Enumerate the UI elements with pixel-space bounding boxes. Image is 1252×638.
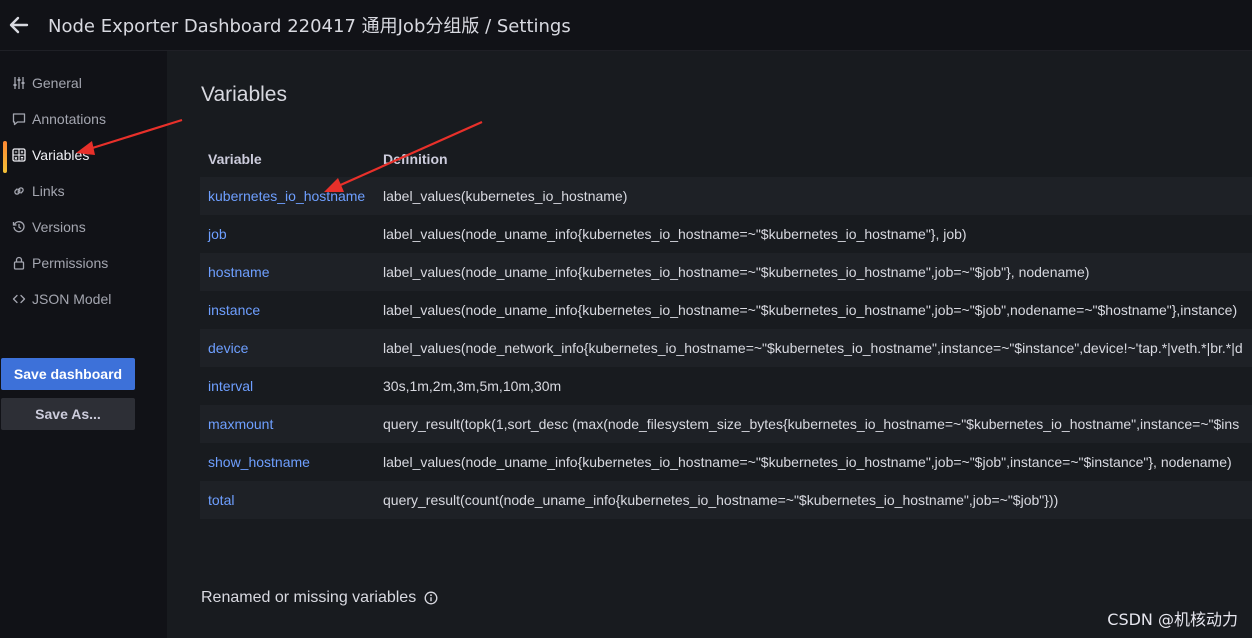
page-title: Node Exporter Dashboard 220417 通用Job分组版 … [48,16,571,37]
sidebar-item-links[interactable]: Links [0,173,166,209]
watermark: CSDN @机核动力 [1107,610,1238,629]
column-header-variable: Variable [208,151,262,167]
sidebar-item-label: JSON Model [32,291,112,307]
table-row[interactable]: hostname label_values(node_uname_info{ku… [200,253,1252,291]
variable-name-link[interactable]: job [200,215,375,253]
lock-icon [12,256,26,270]
variable-definition: label_values(node_uname_info{kubernetes_… [383,454,1232,470]
top-bar: Node Exporter Dashboard 220417 通用Job分组版 … [0,0,1252,51]
variable-definition: label_values(kubernetes_io_hostname) [375,177,1252,215]
sidebar-item-json-model[interactable]: JSON Model [0,281,166,317]
table-row[interactable]: device label_values(node_network_info{ku… [200,329,1252,367]
variable-definition: query_result(topk(1,sort_desc (max(node_… [375,405,1252,443]
sidebar-item-label: Versions [32,219,86,235]
main-content: Variables Variable Definition kubernetes… [167,51,1252,638]
link-icon [12,184,26,198]
sidebar-item-annotations[interactable]: Annotations [0,101,166,137]
variable-name-link[interactable]: kubernetes_io_hostname [200,177,375,215]
variable-name-link[interactable]: hostname [200,253,375,291]
variables-table: Variable Definition kubernetes_io_hostna… [200,141,1252,519]
info-circle-icon[interactable] [424,591,438,605]
code-icon [12,292,26,306]
table-row[interactable]: kubernetes_io_hostname label_values(kube… [200,177,1252,215]
renamed-variables-label: Renamed or missing variables [201,589,417,606]
table-row[interactable]: job label_values(node_uname_info{kuberne… [200,215,1252,253]
variable-name-link[interactable]: interval [200,367,375,405]
settings-sidebar: General Annotations Variables Links Vers… [0,51,166,638]
table-row[interactable]: total query_result(count(node_uname_info… [200,481,1252,519]
variable-name-link[interactable]: total [200,481,375,519]
history-icon [12,220,26,234]
renamed-variables-heading: Renamed or missing variables [201,589,438,607]
arrow-left-icon [9,16,29,34]
table-row[interactable]: show_hostname label_values(node_uname_in… [200,443,1252,481]
calculator-icon [12,148,26,162]
variable-definition: label_values(node_uname_info{kubernetes_… [375,253,1252,291]
variable-name-link[interactable]: show_hostname [200,443,375,481]
table-header-row: Variable Definition [200,141,1252,177]
table-row[interactable]: interval 30s,1m,2m,3m,5m,10m,30m [200,367,1252,405]
sidebar-item-label: Annotations [32,111,106,127]
sidebar-item-permissions[interactable]: Permissions [0,245,166,281]
section-heading: Variables [201,83,287,106]
variable-name-link[interactable]: device [200,329,375,367]
sidebar-item-label: General [32,75,82,91]
sidebar-item-label: Links [32,183,65,199]
save-as-button[interactable]: Save As... [1,398,135,430]
back-button[interactable] [0,6,38,44]
variable-definition: label_values(node_network_info{kubernete… [375,329,1252,367]
sidebar-item-label: Variables [32,147,90,163]
save-dashboard-button[interactable]: Save dashboard [1,358,135,390]
sliders-icon [12,76,26,90]
table-row[interactable]: maxmount query_result(topk(1,sort_desc (… [200,405,1252,443]
variable-definition: label_values(node_uname_info{kubernetes_… [383,226,967,242]
sidebar-item-general[interactable]: General [0,65,166,101]
variable-definition: label_values(node_uname_info{kubernetes_… [383,302,1238,318]
variable-name-link[interactable]: instance [200,291,375,329]
sidebar-item-versions[interactable]: Versions [0,209,166,245]
variable-name-link[interactable]: maxmount [200,405,375,443]
sidebar-item-label: Permissions [32,255,109,271]
column-header-definition: Definition [383,151,448,167]
variable-definition: query_result(count(node_uname_info{kuber… [375,481,1252,519]
comment-icon [12,112,26,126]
sidebar-item-variables[interactable]: Variables [0,137,166,173]
variable-definition: 30s,1m,2m,3m,5m,10m,30m [383,378,562,394]
table-row[interactable]: instance label_values(node_uname_info{ku… [200,291,1252,329]
